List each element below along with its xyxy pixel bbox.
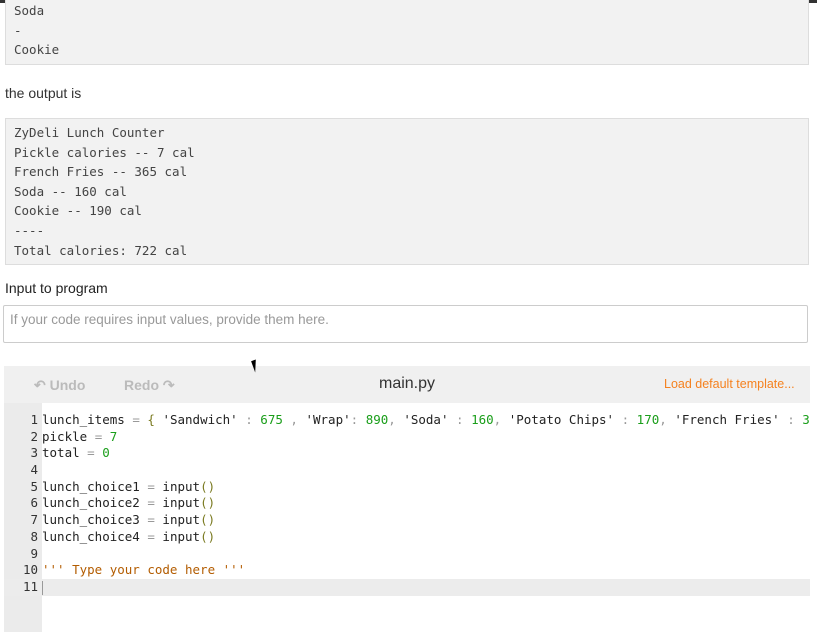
load-default-template-button[interactable]: Load default template... [664, 377, 795, 391]
code-token: 'Soda' [403, 412, 457, 427]
code-token: () [200, 528, 216, 544]
code-token: 0 [102, 445, 110, 461]
line-number: 6 [30, 495, 38, 511]
code-line[interactable]: 2 pickle = 7 [4, 429, 810, 446]
code-token: () [200, 512, 216, 528]
undo-button[interactable]: ↶ Undo [34, 377, 85, 394]
redo-button[interactable]: Redo ↷ [124, 377, 175, 394]
code-line[interactable]: 6 lunch_choice2 = input() [4, 495, 810, 512]
redo-label: Redo [124, 377, 159, 393]
line-number: 9 [30, 545, 38, 561]
code-token: = [147, 478, 163, 494]
code-line[interactable]: 4 [4, 462, 810, 479]
code-line[interactable]: 7 lunch_choice3 = input() [4, 512, 810, 529]
code-token: 'Wrap' [305, 412, 351, 427]
code-token: : [621, 412, 637, 427]
code-token: lunch_choice2 [42, 495, 148, 511]
code-line[interactable]: 9 [4, 546, 810, 563]
code-token: input [162, 528, 201, 544]
code-line[interactable]: 3 total = 0 [4, 445, 810, 462]
code-token: input [162, 478, 201, 494]
code-token: 365 [802, 412, 810, 427]
line-number: 11 [22, 578, 38, 594]
code-token: = [87, 445, 103, 461]
code-token: input [162, 512, 201, 528]
code-token: = [147, 528, 163, 544]
code-token: lunch_choice1 [42, 478, 148, 494]
code-token: lunch_choice4 [42, 528, 148, 544]
output-intro: the output is [5, 85, 82, 101]
line-number: 10 [22, 562, 38, 578]
code-token: : [245, 412, 261, 427]
code-token: pickle [42, 428, 95, 444]
code-token: 675 [260, 412, 291, 427]
code-token: : [787, 412, 803, 427]
filename: main.py [379, 375, 436, 392]
code-line[interactable]: 11 [4, 578, 810, 596]
code-token: 890 [365, 412, 389, 427]
code-token: lunch_items [42, 412, 133, 427]
redo-icon: ↷ [159, 377, 175, 393]
code-token: : [456, 412, 472, 427]
code-token: input [162, 495, 201, 511]
code-token: 'Sandwich' [162, 412, 246, 427]
input-example-text: Soda - Cookie [14, 3, 60, 58]
output-example-box: ZyDeli Lunch Counter Pickle calories -- … [5, 118, 809, 266]
code-token: 7 [109, 428, 118, 444]
code-token: lunch_choice3 [42, 512, 148, 528]
code-token: = [132, 412, 148, 427]
undo-label: Undo [49, 377, 86, 393]
text-cursor [42, 580, 43, 595]
code-editor: ↶ Undo Redo ↷ main.py Load default templ… [4, 366, 817, 632]
code-token: = [147, 512, 163, 528]
line-number: 7 [30, 512, 38, 528]
code-token: = [147, 495, 163, 511]
code-token: , [388, 412, 404, 427]
input-example-box: Soda - Cookie [5, 0, 809, 65]
code-token: 170 [636, 412, 660, 427]
line-number: 8 [30, 528, 38, 544]
code-token: = [94, 428, 110, 444]
code-token: () [200, 478, 216, 494]
editor-header: ↶ Undo Redo ↷ main.py Load default templ… [4, 366, 810, 403]
code-token: ''' Type your code here ''' [42, 562, 246, 578]
line-number: 1 [30, 412, 38, 427]
code-line[interactable]: 5 lunch_choice1 = input() [4, 479, 810, 496]
code-token: () [200, 495, 216, 511]
line-number: 2 [30, 428, 38, 444]
code-token: 'French Fries' [674, 412, 788, 427]
code-token: , [493, 412, 509, 427]
line-number: 3 [30, 445, 38, 461]
code-token: 160 [471, 412, 494, 427]
code-token: 'Potato Chips' [508, 412, 622, 427]
input-label: Input to program [5, 280, 108, 296]
code-line[interactable]: 1 lunch_items = { 'Sandwich' : 675 , 'Wra… [4, 412, 810, 429]
code-line[interactable]: 10 ''' Type your code here ''' [4, 562, 810, 579]
program-input-field[interactable]: If your code requires input values, prov… [3, 305, 808, 343]
code-token: : [350, 412, 366, 427]
code-token: , [659, 412, 675, 427]
code-area[interactable]: 1 lunch_items = { 'Sandwich' : 675 , 'Wra… [4, 412, 810, 596]
undo-icon: ↶ [34, 377, 50, 393]
code-token: , [290, 412, 306, 427]
line-number: 5 [30, 478, 38, 494]
output-example-text: ZyDeli Lunch Counter Pickle calories -- … [14, 125, 195, 258]
code-token: { [147, 412, 163, 427]
code-line[interactable]: 8 lunch_choice4 = input() [4, 529, 810, 546]
line-number: 4 [30, 462, 38, 478]
code-token: total [42, 445, 88, 461]
